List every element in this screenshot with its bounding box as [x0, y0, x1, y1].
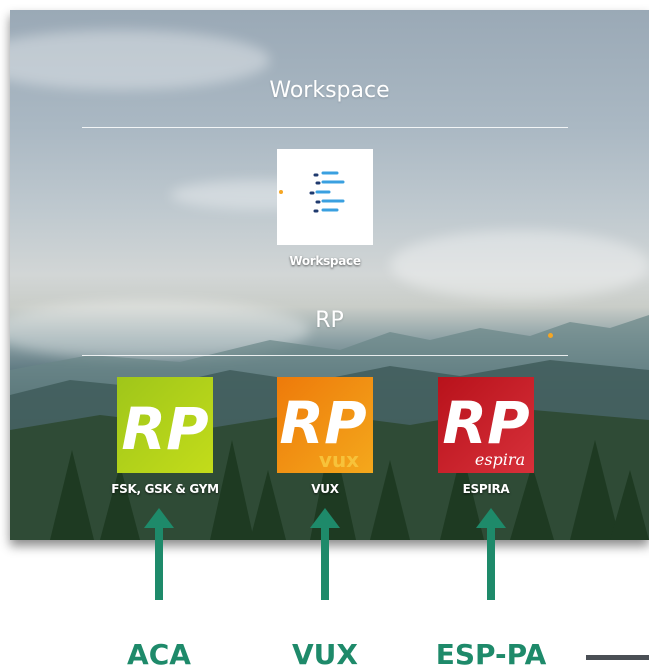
workspace-logo-icon: [279, 171, 345, 213]
rp-app-tile-vux[interactable]: RP vux: [277, 377, 373, 473]
workspace-app-label[interactable]: Workspace: [265, 254, 385, 268]
annotation-label-aca: ACA: [127, 638, 191, 671]
rp-app-tile-fsk[interactable]: RP: [117, 377, 213, 473]
annotation-label-vux: VUX: [292, 638, 358, 671]
workspace-app-tile[interactable]: [277, 149, 373, 245]
arrow-up-icon: [144, 508, 174, 600]
rp-logo-icon: RP: [121, 395, 208, 463]
rp-app-label-vux[interactable]: VUX: [275, 482, 375, 496]
rp-logo-text: RP: [279, 389, 366, 457]
arrow-up-icon: [476, 508, 506, 600]
annotation-label-esp-pa: ESP-PA: [435, 638, 547, 671]
rp-logo-text: RP: [121, 395, 208, 463]
vux-logo-subtext: vux: [319, 448, 359, 472]
accent-dot: [548, 333, 553, 338]
workspace-section-title: Workspace: [269, 78, 390, 103]
arrow-up-icon: [310, 508, 340, 600]
rp-logo-text: RP: [442, 389, 529, 457]
rp-section-title: RP: [315, 308, 344, 333]
rp-app-label-fsk[interactable]: FSK, GSK & GYM: [95, 482, 235, 496]
rp-app-tile-espira[interactable]: RP espira: [438, 377, 534, 473]
workspace-divider: [82, 127, 568, 128]
decorative-dash: [586, 655, 649, 660]
rp-espira-logo-icon: RP espira: [442, 389, 529, 469]
app-launcher-screen: Workspace Workspace RP RP FSK, GSK & GYM…: [10, 10, 649, 540]
annotation-arrow-vux: [310, 508, 340, 600]
rp-vux-logo-icon: RP vux: [279, 389, 366, 472]
rp-divider: [82, 355, 568, 356]
rp-app-label-espira[interactable]: ESPIRA: [436, 482, 536, 496]
espira-logo-subtext: espira: [475, 450, 525, 469]
annotation-arrow-aca: [144, 508, 174, 600]
annotation-arrow-esp-pa: [476, 508, 506, 600]
